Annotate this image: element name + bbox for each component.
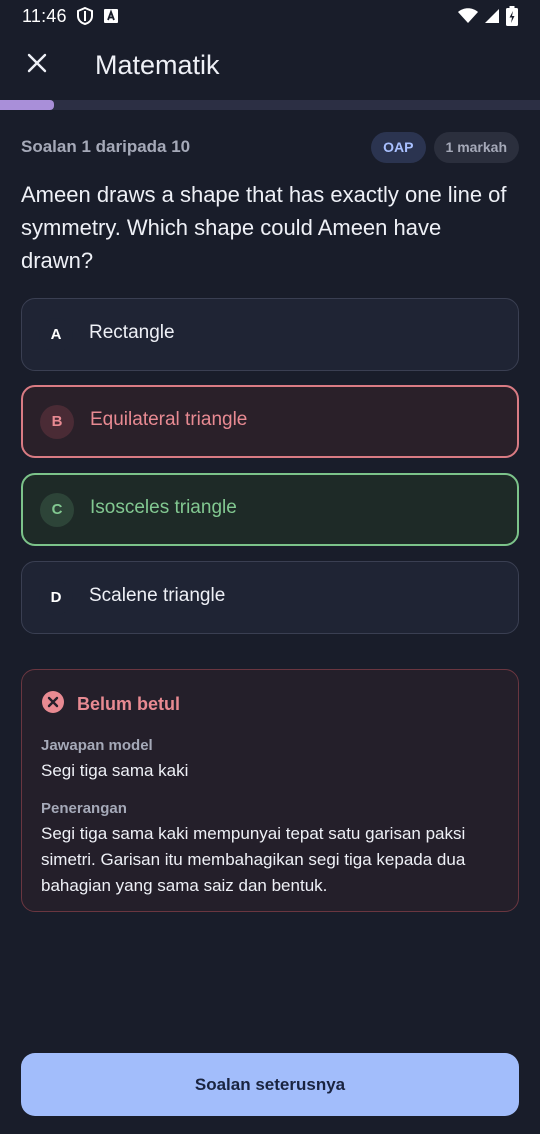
shield-icon: [76, 7, 93, 25]
feedback-card: Belum betul Jawapan model Segi tiga sama…: [21, 669, 519, 912]
option-letter: A: [39, 317, 73, 352]
option-c[interactable]: C Isosceles triangle: [21, 473, 519, 546]
close-icon: [27, 53, 47, 78]
option-letter: C: [40, 492, 74, 527]
status-right-icons: [458, 6, 518, 26]
status-left-icons: [76, 7, 119, 25]
option-d[interactable]: D Scalene triangle: [21, 561, 519, 634]
status-bar: 11:46: [0, 0, 540, 32]
wifi-icon: [458, 8, 478, 24]
question-text: Ameen draws a shape that has exactly one…: [21, 182, 507, 273]
option-label: Rectangle: [89, 321, 175, 343]
battery-charging-icon: [506, 6, 518, 26]
explanation-label: Penerangan: [41, 800, 127, 817]
question-counter: Soalan 1 daripada 10: [21, 137, 191, 156]
option-a[interactable]: A Rectangle: [21, 298, 519, 371]
marks-chip: 1 markah: [433, 131, 519, 163]
signal-icon: [484, 8, 500, 24]
option-letter: B: [40, 404, 74, 439]
explanation-text: Segi tiga sama kaki mempunyai tepat satu…: [41, 824, 466, 895]
option-label: Isosceles triangle: [90, 496, 237, 518]
next-question-button[interactable]: Soalan seterusnya: [21, 1053, 519, 1116]
app-title: Matematik: [95, 49, 220, 80]
category-chip: OAP: [371, 131, 426, 163]
feedback-title: Belum betul: [77, 694, 181, 714]
font-a-icon: [103, 8, 119, 24]
option-label: Equilateral triangle: [90, 408, 248, 430]
option-label: Scalene triangle: [89, 584, 226, 606]
model-answer: Segi tiga sama kaki: [41, 761, 189, 780]
option-letter: D: [39, 580, 73, 615]
status-time: 11:46: [22, 5, 67, 26]
progress-fill: [0, 100, 54, 110]
close-button[interactable]: [13, 41, 61, 89]
progress-bar: [0, 100, 540, 110]
feedback-header: Belum betul: [41, 690, 499, 719]
app-bar: Matematik: [0, 32, 540, 98]
question-meta: Soalan 1 daripada 10 OAP 1 markah: [21, 131, 519, 163]
error-circle-icon: [41, 690, 65, 719]
model-answer-label: Jawapan model: [41, 737, 153, 754]
chips: OAP 1 markah: [371, 131, 519, 163]
option-b[interactable]: B Equilateral triangle: [21, 385, 519, 458]
